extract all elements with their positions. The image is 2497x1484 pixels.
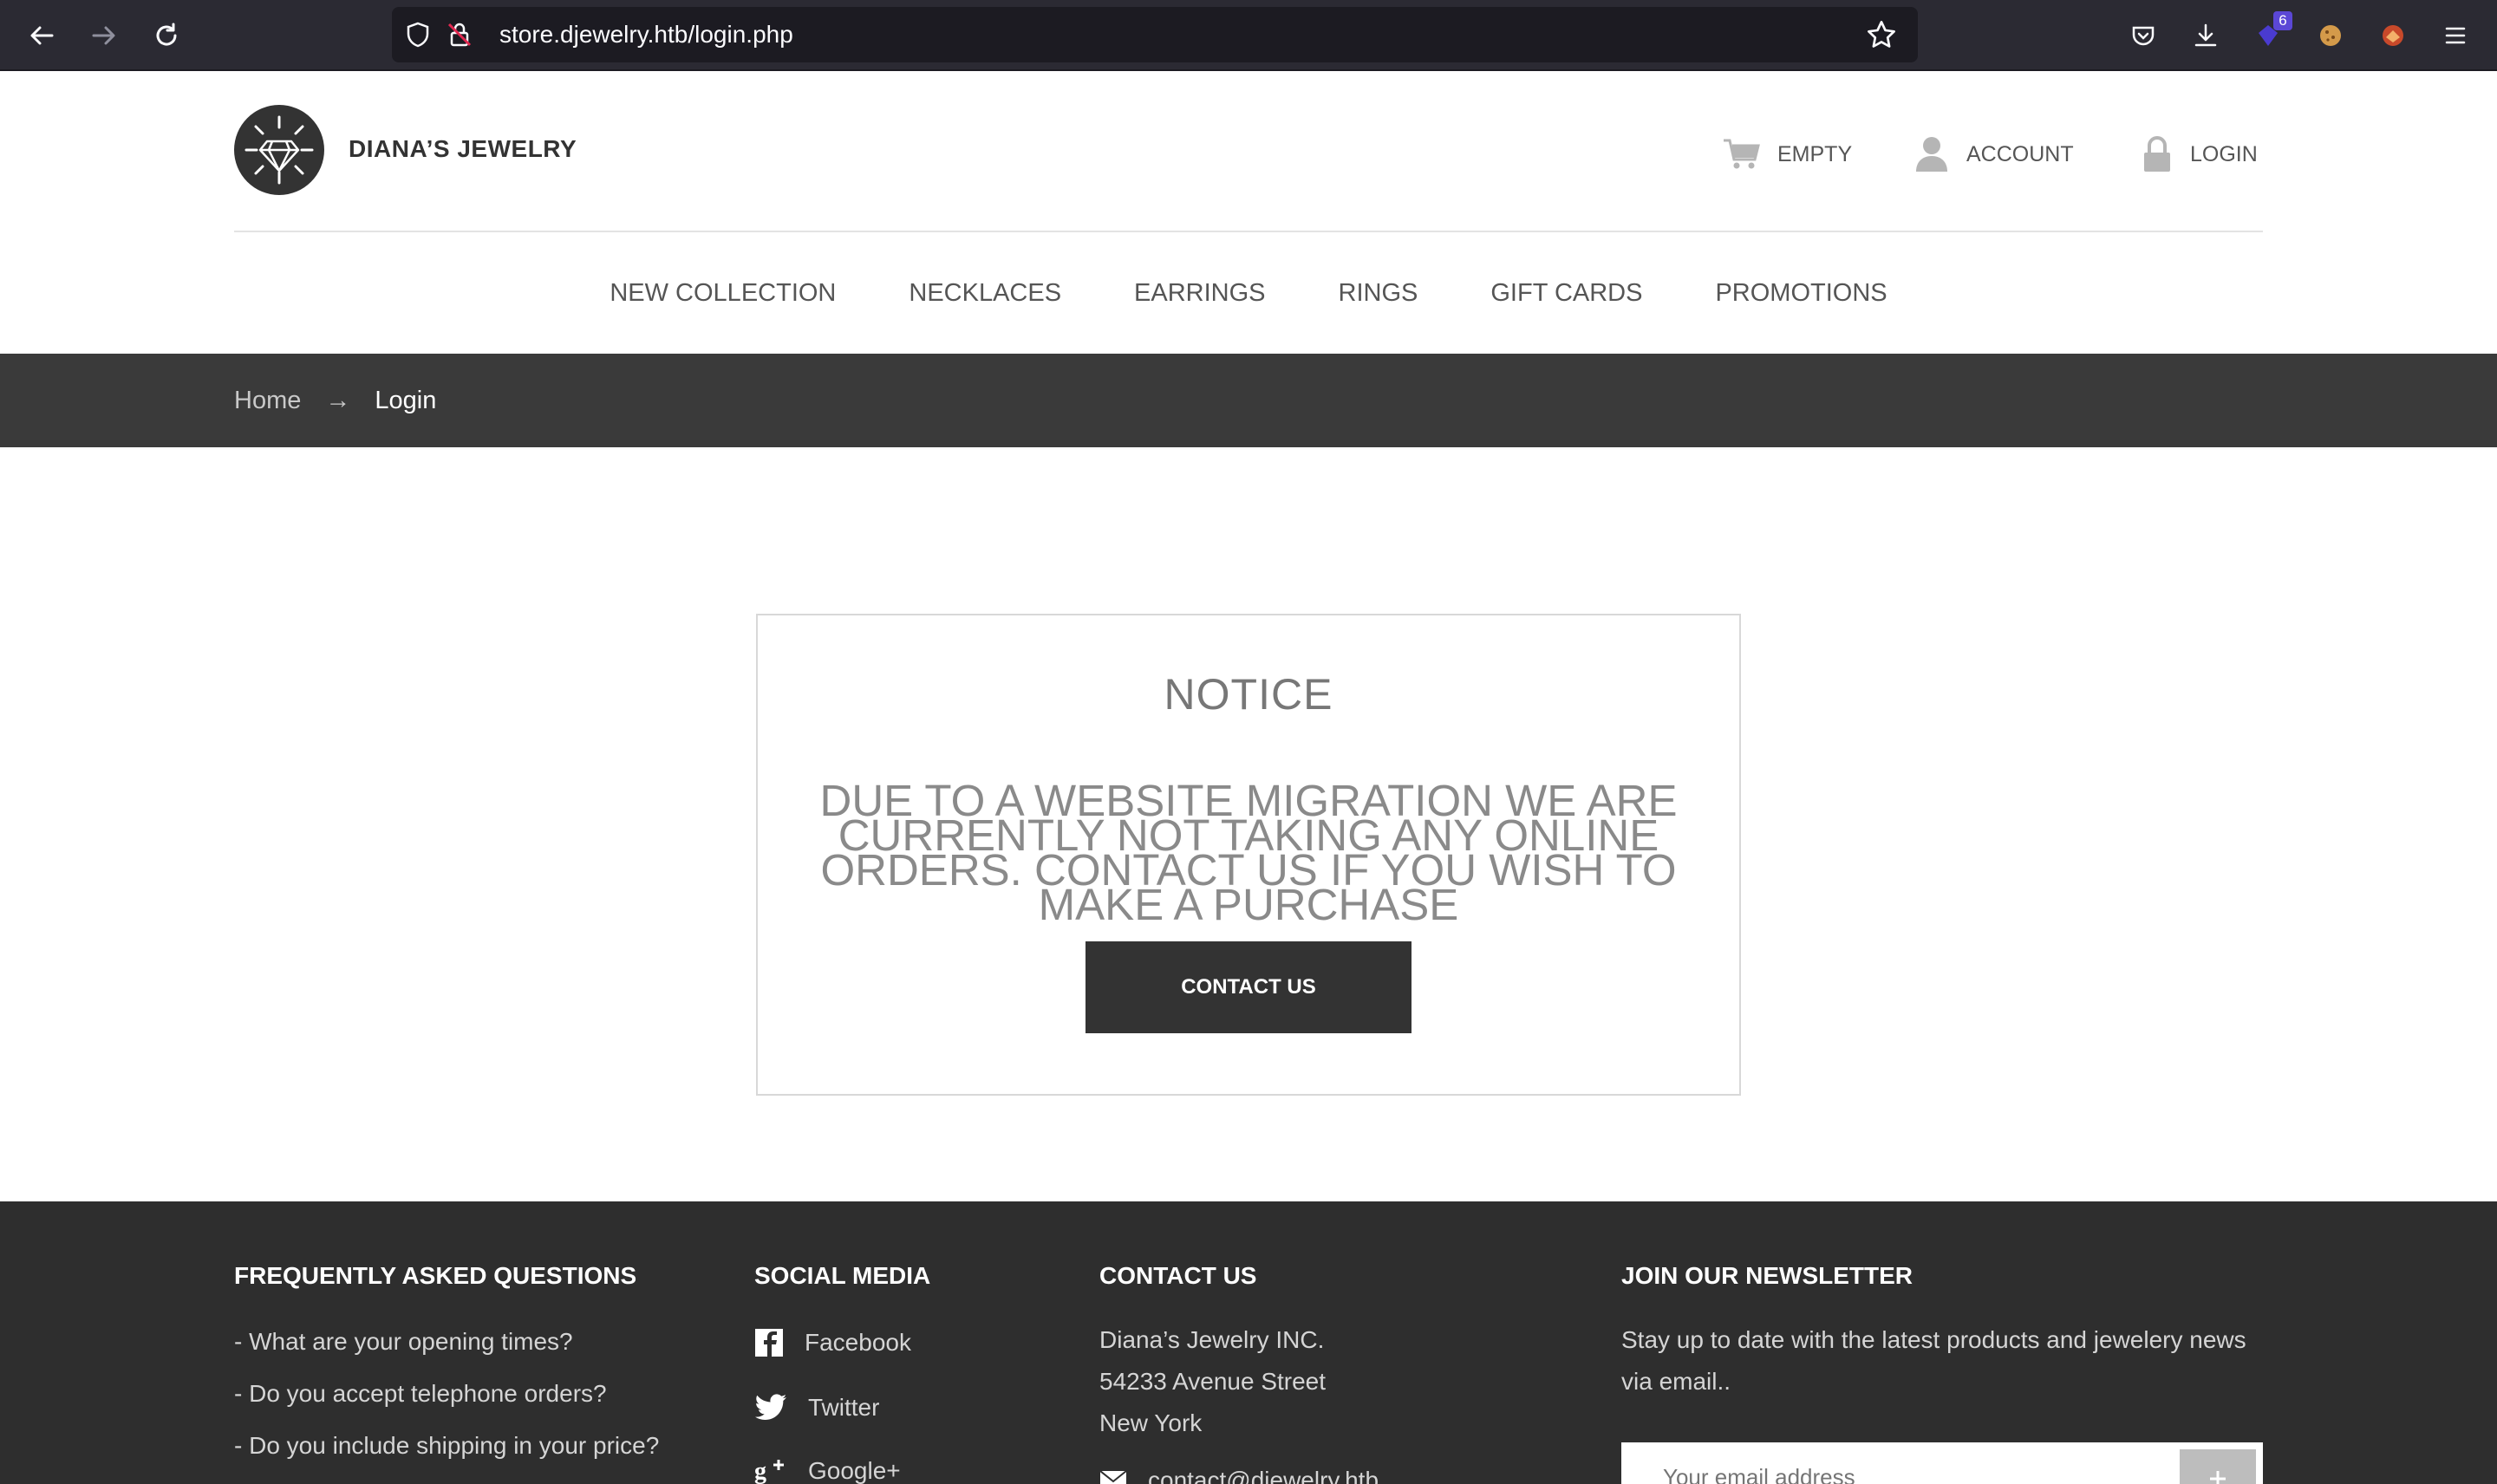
- googleplus-icon: g: [754, 1458, 784, 1484]
- faq-heading: FREQUENTLY ASKED QUESTIONS: [234, 1262, 637, 1289]
- twitter-link[interactable]: Twitter: [754, 1394, 879, 1422]
- menu-button[interactable]: [2436, 16, 2474, 55]
- facebook-link[interactable]: Facebook: [754, 1328, 911, 1357]
- main-navigation: NEW COLLECTION NECKLACES EARRINGS RINGS …: [0, 270, 2497, 316]
- cart-icon: [1724, 139, 1760, 169]
- contact-company: Diana’s Jewelry INC.: [1099, 1326, 1325, 1353]
- reload-icon: [156, 23, 177, 46]
- nav-item-necklaces[interactable]: NECKLACES: [909, 270, 1061, 316]
- user-icon: [1916, 137, 1947, 172]
- notice-message: DUE TO A WEBSITE MIGRATION WE ARE CURREN…: [819, 776, 1678, 929]
- pocket-icon: [2132, 26, 2155, 46]
- breadcrumb-separator: →: [325, 386, 351, 414]
- svg-text:g: g: [754, 1458, 766, 1484]
- notice-title: NOTICE: [1164, 670, 1333, 719]
- forward-arrow-icon: [92, 26, 115, 45]
- newsletter-submit-button[interactable]: [2180, 1449, 2256, 1484]
- facebook-label: Facebook: [805, 1329, 911, 1356]
- login-label: LOGIN: [2190, 141, 2258, 166]
- insecure-lock-icon[interactable]: [446, 21, 473, 49]
- forward-button[interactable]: [85, 16, 123, 55]
- nav-item-gift-cards[interactable]: GIFT CARDS: [1490, 270, 1642, 316]
- account-link[interactable]: ACCOUNT: [1914, 132, 2074, 177]
- download-icon: [2194, 23, 2217, 47]
- extension-button[interactable]: 6: [2249, 11, 2292, 55]
- hamburger-menu-icon: [2445, 27, 2466, 44]
- newsletter-email-input[interactable]: [1621, 1442, 2263, 1484]
- foxyproxy-button[interactable]: [2374, 16, 2412, 55]
- cookie-icon: [2320, 25, 2341, 46]
- store-name[interactable]: DIANA’S JEWELRY: [349, 135, 577, 163]
- newsletter-heading: JOIN OUR NEWSLETTER: [1621, 1262, 1913, 1289]
- faq-item[interactable]: - What are your opening times?: [234, 1328, 573, 1356]
- downloads-button[interactable]: [2187, 16, 2225, 55]
- breadcrumb-bar: Home → Login: [0, 354, 2497, 447]
- url-text[interactable]: store.djewelry.htb/login.php: [499, 7, 793, 62]
- newsletter-text-line1: Stay up to date with the latest products…: [1621, 1326, 2246, 1353]
- cart-link[interactable]: EMPTY: [1722, 132, 1852, 177]
- pocket-button[interactable]: [2124, 16, 2162, 55]
- header-divider: [234, 231, 2263, 232]
- contact-heading: CONTACT US: [1099, 1262, 1257, 1289]
- contact-us-button[interactable]: CONTACT US: [1086, 941, 1411, 1033]
- faq-item[interactable]: - Do you include shipping in your price?: [234, 1432, 659, 1460]
- lock-icon: [2144, 136, 2170, 172]
- shield-icon[interactable]: [404, 21, 432, 49]
- nav-item-rings[interactable]: RINGS: [1339, 270, 1418, 316]
- googleplus-label: Google+: [808, 1457, 901, 1484]
- account-label: ACCOUNT: [1966, 141, 2074, 166]
- breadcrumb-home[interactable]: Home: [234, 387, 301, 415]
- back-arrow-icon: [30, 26, 54, 45]
- extension-badge: 6: [2273, 11, 2292, 30]
- faq-item[interactable]: - Do you accept telephone orders?: [234, 1380, 607, 1408]
- twitter-icon: [755, 1394, 786, 1420]
- newsletter-text-line2: via email..: [1621, 1368, 1731, 1395]
- reload-button[interactable]: [147, 16, 186, 55]
- contact-email: contact@djewelry.htb: [1148, 1467, 1379, 1484]
- back-button[interactable]: [23, 16, 61, 55]
- logo[interactable]: [234, 105, 324, 195]
- notice-box: NOTICE DUE TO A WEBSITE MIGRATION WE ARE…: [756, 614, 1741, 1096]
- nav-item-new-collection[interactable]: NEW COLLECTION: [610, 270, 836, 316]
- googleplus-link[interactable]: g Google+: [754, 1456, 901, 1484]
- breadcrumb-current: Login: [375, 386, 437, 414]
- fox-icon: [2383, 25, 2403, 46]
- contact-city: New York: [1099, 1409, 1203, 1436]
- breadcrumb: Home → Login: [234, 354, 436, 447]
- facebook-icon: [755, 1329, 783, 1357]
- twitter-label: Twitter: [808, 1394, 880, 1421]
- nav-item-earrings[interactable]: EARRINGS: [1134, 270, 1265, 316]
- cart-label: EMPTY: [1777, 141, 1853, 166]
- footer: FREQUENTLY ASKED QUESTIONS - What are yo…: [0, 1201, 2497, 1484]
- diamond-logo-icon: [244, 115, 314, 185]
- social-heading: SOCIAL MEDIA: [754, 1262, 931, 1289]
- nav-item-promotions[interactable]: PROMOTIONS: [1715, 270, 1887, 316]
- contact-email-link[interactable]: contact@djewelry.htb: [1099, 1467, 1379, 1484]
- login-link[interactable]: LOGIN: [2142, 132, 2258, 177]
- bookmark-star-icon[interactable]: [1866, 19, 1897, 50]
- address-bar[interactable]: store.djewelry.htb/login.php: [392, 7, 1918, 62]
- cookie-extension-button[interactable]: [2311, 16, 2350, 55]
- contact-street: 54233 Avenue Street: [1099, 1368, 1327, 1395]
- envelope-icon: [1099, 1470, 1127, 1484]
- plus-icon: [2210, 1470, 2226, 1484]
- browser-toolbar: store.djewelry.htb/login.php 6: [0, 0, 2497, 71]
